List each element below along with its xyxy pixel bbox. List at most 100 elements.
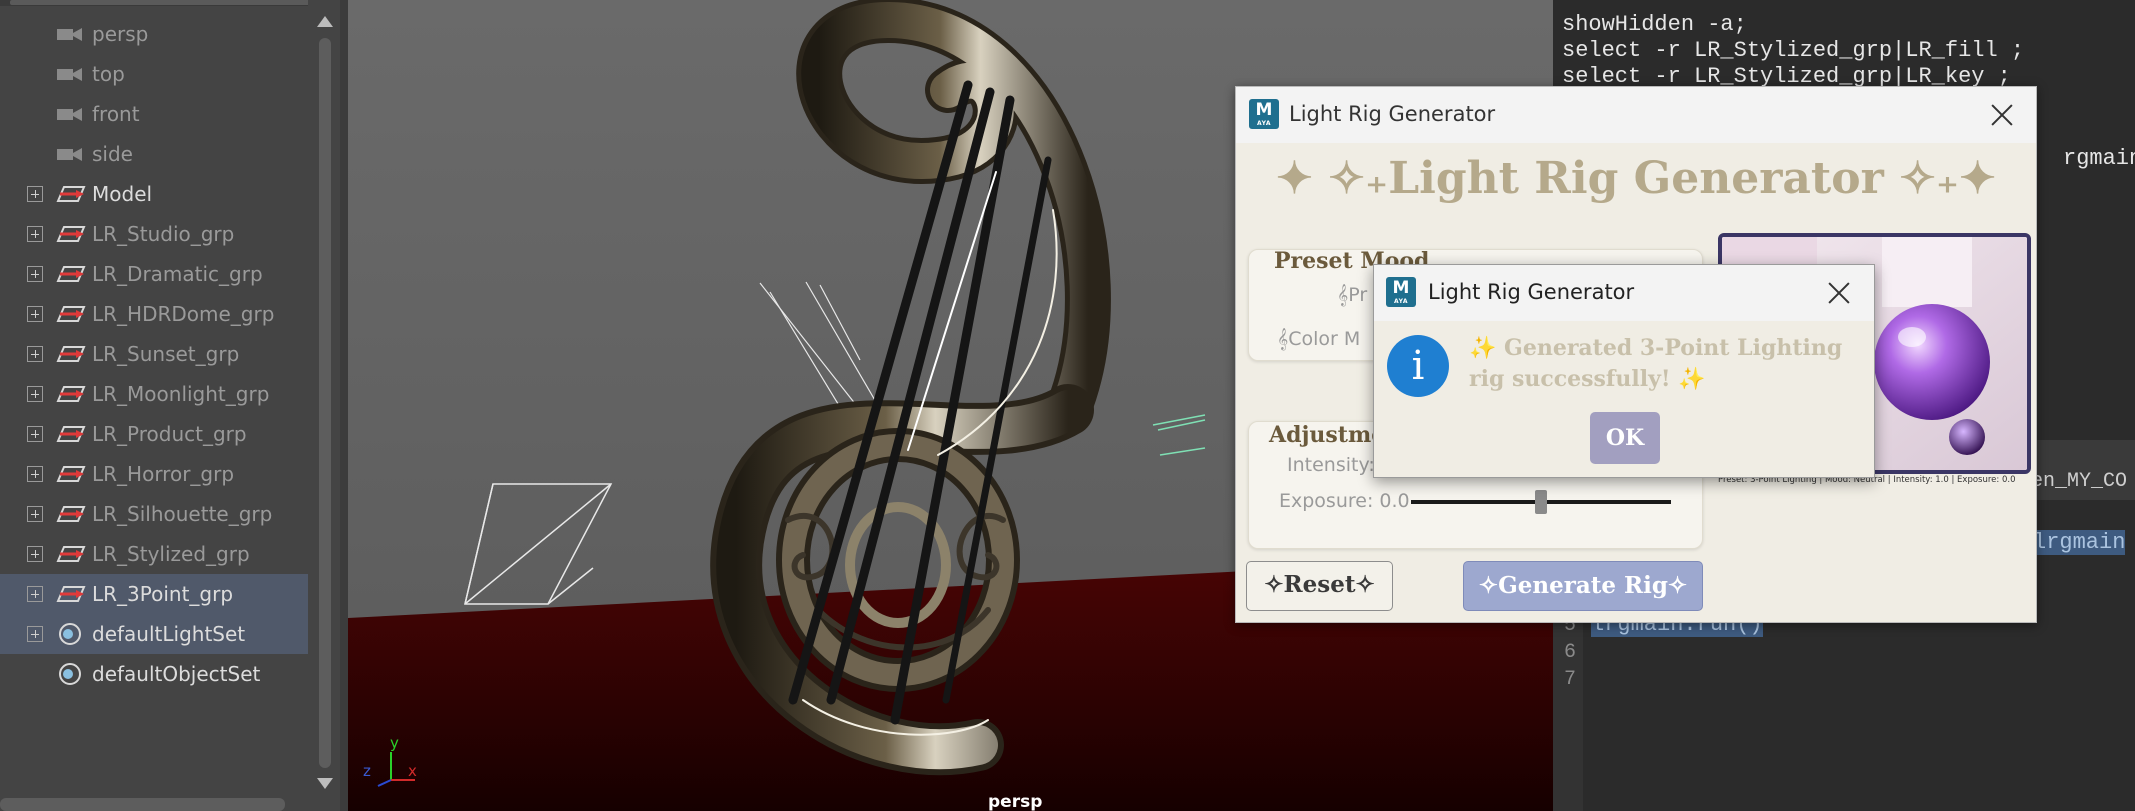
outliner-item-label: side (92, 142, 133, 166)
outliner-item[interactable]: persp (0, 14, 308, 54)
intensity-label: Intensity: (1287, 454, 1375, 476)
outliner-vertical-scrollbar[interactable] (308, 0, 340, 811)
group-icon (54, 382, 86, 406)
camera-icon (54, 62, 86, 86)
camera-name-label: persp (988, 792, 1043, 811)
outliner-item-label: persp (92, 22, 149, 46)
outliner-item-label: defaultObjectSet (92, 662, 261, 686)
camera-icon (54, 102, 86, 126)
scroll-up-arrow-icon[interactable] (317, 16, 333, 27)
outliner-item[interactable]: LR_Product_grp (0, 414, 308, 454)
message-text: ✨ Generated 3-Point Lighting rig success… (1469, 335, 1843, 392)
outliner-item[interactable]: top (0, 54, 308, 94)
group-icon (54, 462, 86, 486)
outliner-item-label: LR_Stylized_grp (92, 542, 250, 566)
expand-icon[interactable] (27, 426, 43, 442)
group-icon (54, 302, 86, 326)
expand-icon[interactable] (27, 346, 43, 362)
outliner-item-label: LR_3Point_grp (92, 582, 234, 606)
history-line: rgmain (2063, 146, 2135, 171)
maya-logo-icon: M AYA (1386, 277, 1416, 307)
close-icon[interactable] (1819, 273, 1859, 313)
outliner-item-label: LR_HDRDome_grp (92, 302, 275, 326)
expand-icon[interactable] (27, 626, 43, 642)
outliner-item-label: top (92, 62, 125, 86)
success-message-box: M AYA Light Rig Generator i ✨ Generated 3… (1373, 264, 1875, 478)
outliner-item[interactable]: front (0, 94, 308, 134)
outliner-item[interactable]: LR_Dramatic_grp (0, 254, 308, 294)
message-title-bar[interactable]: M AYA Light Rig Generator (1374, 265, 1874, 321)
outliner-item-label: defaultLightSet (92, 622, 246, 646)
expand-icon[interactable] (27, 386, 43, 402)
maya-logo-icon: M AYA (1249, 99, 1279, 129)
outliner-item-label: LR_Dramatic_grp (92, 262, 263, 286)
outliner-item-label: LR_Moonlight_grp (92, 382, 270, 406)
outliner-item[interactable]: defaultLightSet (0, 614, 308, 654)
outliner-item-label: LR_Product_grp (92, 422, 247, 446)
group-icon (54, 502, 86, 526)
group-icon (54, 542, 86, 566)
expand-icon[interactable] (27, 506, 43, 522)
outliner-item[interactable]: LR_Stylized_grp (0, 534, 308, 574)
exposure-slider-handle[interactable] (1535, 490, 1547, 514)
group-icon (54, 222, 86, 246)
script-tab-label[interactable]: en_MY_CO (2031, 470, 2127, 493)
outliner-item[interactable]: defaultObjectSet (0, 654, 308, 694)
outliner-item-label: LR_Horror_grp (92, 462, 235, 486)
info-icon: i (1387, 335, 1449, 397)
outliner-item-label: Model (92, 182, 153, 206)
ok-button[interactable]: OK (1590, 412, 1660, 464)
expand-icon[interactable] (27, 266, 43, 282)
outliner-item[interactable]: LR_Sunset_grp (0, 334, 308, 374)
set-icon (54, 622, 86, 646)
outliner-item[interactable]: LR_Studio_grp (0, 214, 308, 254)
outliner-item[interactable]: LR_Moonlight_grp (0, 374, 308, 414)
preset-label: 𝄞Pr (1337, 284, 1368, 306)
axis-z-label: z (363, 762, 371, 780)
camera-icon (54, 22, 86, 46)
outliner-item[interactable]: LR_Horror_grp (0, 454, 308, 494)
outliner-horizontal-scrollbar[interactable] (0, 798, 285, 811)
line-number: 7 (1564, 668, 1577, 691)
panel-divider[interactable] (340, 0, 348, 811)
outliner-item-label: LR_Sunset_grp (92, 342, 240, 366)
set-icon (54, 662, 86, 686)
generate-rig-button[interactable]: ✧Generate Rig✧ (1463, 561, 1703, 611)
axis-y-label: y (390, 734, 399, 752)
dialog-header: ✦ ✧₊Light Rig Generator ✧₊✦ (1275, 153, 1997, 204)
close-icon[interactable] (1982, 95, 2022, 135)
outliner-item-label: front (92, 102, 140, 126)
expand-icon[interactable] (27, 466, 43, 482)
outliner-item[interactable]: LR_3Point_grp (0, 574, 308, 614)
code-line[interactable]: lrgmain (2033, 530, 2126, 555)
message-title: Light Rig Generator (1428, 280, 1635, 304)
outliner-item-label: LR_Silhouette_grp (92, 502, 273, 526)
scroll-down-arrow-icon[interactable] (317, 778, 333, 789)
expand-icon[interactable] (27, 186, 43, 202)
expand-icon[interactable] (27, 306, 43, 322)
reset-button[interactable]: ✧Reset✧ (1246, 561, 1393, 611)
outliner-item-label: LR_Studio_grp (92, 222, 235, 246)
group-icon (54, 422, 86, 446)
dialog-title: Light Rig Generator (1289, 102, 1496, 126)
group-icon (54, 262, 86, 286)
axis-x-label: x (408, 762, 417, 780)
expand-icon[interactable] (27, 586, 43, 602)
outliner-item[interactable]: Model (0, 174, 308, 214)
expand-icon[interactable] (27, 546, 43, 562)
color-mood-label: 𝄞Color M (1277, 328, 1361, 350)
camera-icon (54, 142, 86, 166)
expand-icon[interactable] (27, 226, 43, 242)
group-icon (54, 582, 86, 606)
history-line: select -r LR_Stylized_grp|LR_fill ; (1562, 38, 2025, 63)
line-number: 6 (1564, 641, 1577, 664)
outliner-item[interactable]: LR_HDRDome_grp (0, 294, 308, 334)
outliner-top-scrollbar[interactable] (0, 0, 340, 6)
scrollbar-thumb[interactable] (319, 38, 331, 768)
outliner-item[interactable]: side (0, 134, 308, 174)
outliner-item[interactable]: LR_Silhouette_grp (0, 494, 308, 534)
dialog-title-bar[interactable]: M AYA Light Rig Generator (1236, 87, 2036, 143)
group-icon (54, 182, 86, 206)
exposure-label: Exposure: 0.0 (1279, 490, 1410, 512)
outliner-panel: persp top front side Model LR_Studio_grp LR_Dr… (0, 0, 340, 811)
